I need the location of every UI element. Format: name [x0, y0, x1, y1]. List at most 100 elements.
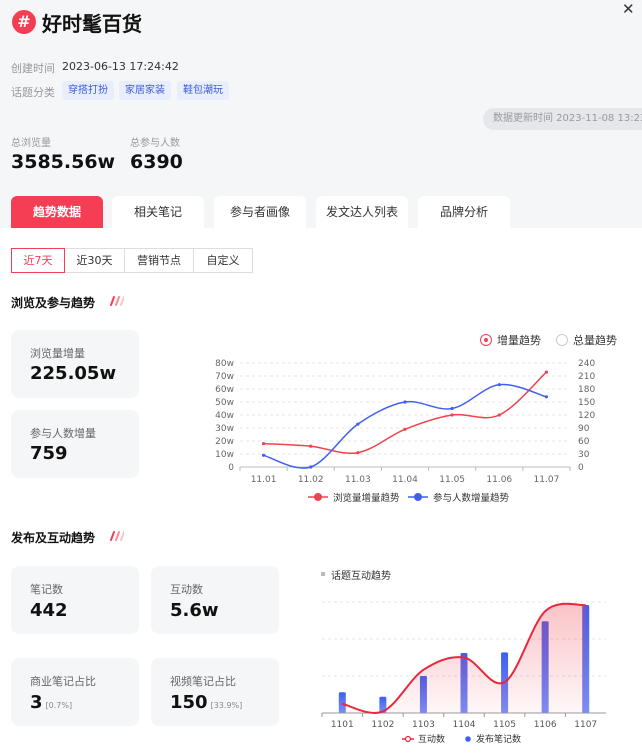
legend-marker: [414, 493, 422, 501]
y-right-tick-label: 30: [578, 450, 590, 460]
y-left-tick-label: 60w: [215, 385, 234, 395]
y-right-tick-label: 150: [578, 398, 595, 408]
y-right-tick-label: 90: [578, 424, 590, 434]
range-marketing-nodes[interactable]: 营销节点: [124, 248, 194, 273]
hashtag-icon: #: [12, 10, 36, 34]
total-participants-value: 6390: [130, 151, 183, 173]
y-left-tick-label: 10w: [215, 450, 234, 460]
tab-creator-list[interactable]: 发文达人列表: [316, 196, 408, 228]
y-left-tick-label: 40w: [215, 411, 234, 421]
x-tick-label: 1105: [493, 720, 516, 730]
card-value-percent: [0.7%]: [45, 701, 73, 710]
x-tick-label: 11.01: [251, 475, 277, 485]
data-point: [261, 442, 266, 446]
x-tick-label: 11.05: [439, 475, 465, 485]
y-right-tick-label: 240: [578, 359, 595, 369]
legend-marker: [465, 736, 471, 742]
tab-related-notes[interactable]: 相关笔记: [112, 196, 204, 228]
x-tick-label: 1106: [534, 720, 557, 730]
legend-marker: [404, 735, 412, 743]
tab-trend-data[interactable]: 趋势数据: [11, 196, 103, 228]
data-point: [309, 444, 313, 448]
card-value: 5.6w: [170, 600, 219, 621]
data-point: [497, 383, 501, 387]
radio-total-trend[interactable]: 总量趋势: [556, 332, 617, 348]
y-left-tick-label: 50w: [215, 398, 234, 408]
created-value: 2023-06-13 17:24:42: [62, 60, 179, 73]
data-point: [450, 406, 454, 411]
category-label: 话题分类: [11, 86, 55, 99]
data-point: [497, 413, 501, 417]
radio-label: 增量趋势: [497, 334, 541, 347]
data-point: [356, 422, 360, 426]
radio-dot-icon: [556, 334, 568, 346]
legend-label: 浏览量增量趋势: [333, 492, 400, 504]
card-value: 225.05w: [30, 363, 117, 384]
card-value-number: 3: [30, 692, 43, 713]
y-right-tick-label: 60: [578, 437, 590, 447]
page-title: 好时髦百货: [42, 12, 142, 36]
decor-slash-icon: [110, 531, 124, 541]
legend-label: 互动数: [418, 733, 445, 745]
card-value: 759: [30, 443, 68, 464]
card-value: 442: [30, 600, 68, 621]
radio-label: 总量趋势: [573, 334, 617, 347]
update-time-badge: 数据更新时间 2023-11-08 13:23:05: [483, 108, 642, 130]
card-label: 浏览量增量: [30, 347, 85, 360]
card-value-number: 5.6w: [170, 600, 219, 621]
tab-brand-analysis[interactable]: 品牌分析: [418, 196, 510, 228]
radio-dot-icon: [480, 334, 492, 346]
card-value-number: 150: [170, 692, 208, 713]
y-left-tick-label: 30w: [215, 424, 234, 434]
x-tick-label: 1102: [371, 720, 394, 730]
section-title-publish: 发布及互动趋势: [11, 531, 96, 545]
notes-count-card: 笔记数 442: [11, 566, 139, 634]
data-point: [309, 465, 313, 469]
card-value-percent: [33.9%]: [210, 701, 243, 710]
y-right-tick-label: 180: [578, 385, 595, 395]
views-participants-chart: 0 0 10w 30 20w 60 30w 90 40w 120 50w 150 60w 180 70w 21…: [215, 359, 595, 504]
card-value: 150 [33.9%]: [170, 692, 242, 713]
y-left-tick-label: 70w: [215, 372, 234, 382]
range-custom[interactable]: 自定义: [193, 248, 253, 273]
x-tick-label: 11.02: [298, 475, 324, 485]
card-label: 视频笔记占比: [170, 675, 236, 688]
y-right-tick-label: 0: [578, 463, 584, 473]
x-tick-label: 1104: [453, 720, 476, 730]
radio-increment-trend[interactable]: 增量趋势: [480, 332, 541, 348]
category-tag: 穿搭打扮: [62, 81, 114, 100]
y-left-tick-label: 0: [228, 463, 234, 473]
data-point: [403, 427, 407, 431]
commercial-ratio-card: 商业笔记占比 3 [0.7%]: [11, 658, 139, 726]
section-title-views: 浏览及参与趋势: [11, 296, 96, 310]
total-views-value: 3585.56w: [11, 151, 116, 173]
card-value-number: 442: [30, 600, 68, 621]
legend-label: 参与人数增量趋势: [433, 492, 510, 504]
y-right-tick-label: 120: [578, 411, 595, 421]
data-point: [356, 451, 360, 455]
close-icon[interactable]: ✕: [622, 0, 635, 18]
card-label: 笔记数: [30, 583, 63, 596]
data-point: [450, 413, 454, 417]
card-value: 3 [0.7%]: [30, 692, 72, 713]
category-tag: 家居家装: [119, 81, 171, 100]
series-line: [263, 383, 547, 469]
chart-title: 话题互动趋势: [331, 569, 391, 582]
x-tick-label: 11.06: [486, 475, 512, 485]
card-label: 互动数: [170, 583, 203, 596]
card-label: 参与人数增量: [30, 427, 96, 440]
range-30-days[interactable]: 近30天: [64, 248, 125, 273]
x-tick-label: 1101: [331, 720, 354, 730]
y-right-tick-label: 210: [578, 372, 595, 382]
total-views-label: 总浏览量: [11, 138, 51, 149]
data-point: [403, 400, 407, 404]
range-7-days[interactable]: 近7天: [11, 248, 65, 273]
x-tick-label: 1103: [412, 720, 435, 730]
tab-participant-profile[interactable]: 参与者画像: [214, 196, 306, 228]
total-participants-label: 总参与人数: [130, 138, 180, 149]
x-tick-label: 11.03: [345, 475, 371, 485]
y-left-tick-label: 80w: [215, 359, 234, 369]
x-tick-label: 11.04: [392, 475, 418, 485]
x-tick-label: 11.07: [534, 475, 560, 485]
data-point: [261, 453, 266, 457]
